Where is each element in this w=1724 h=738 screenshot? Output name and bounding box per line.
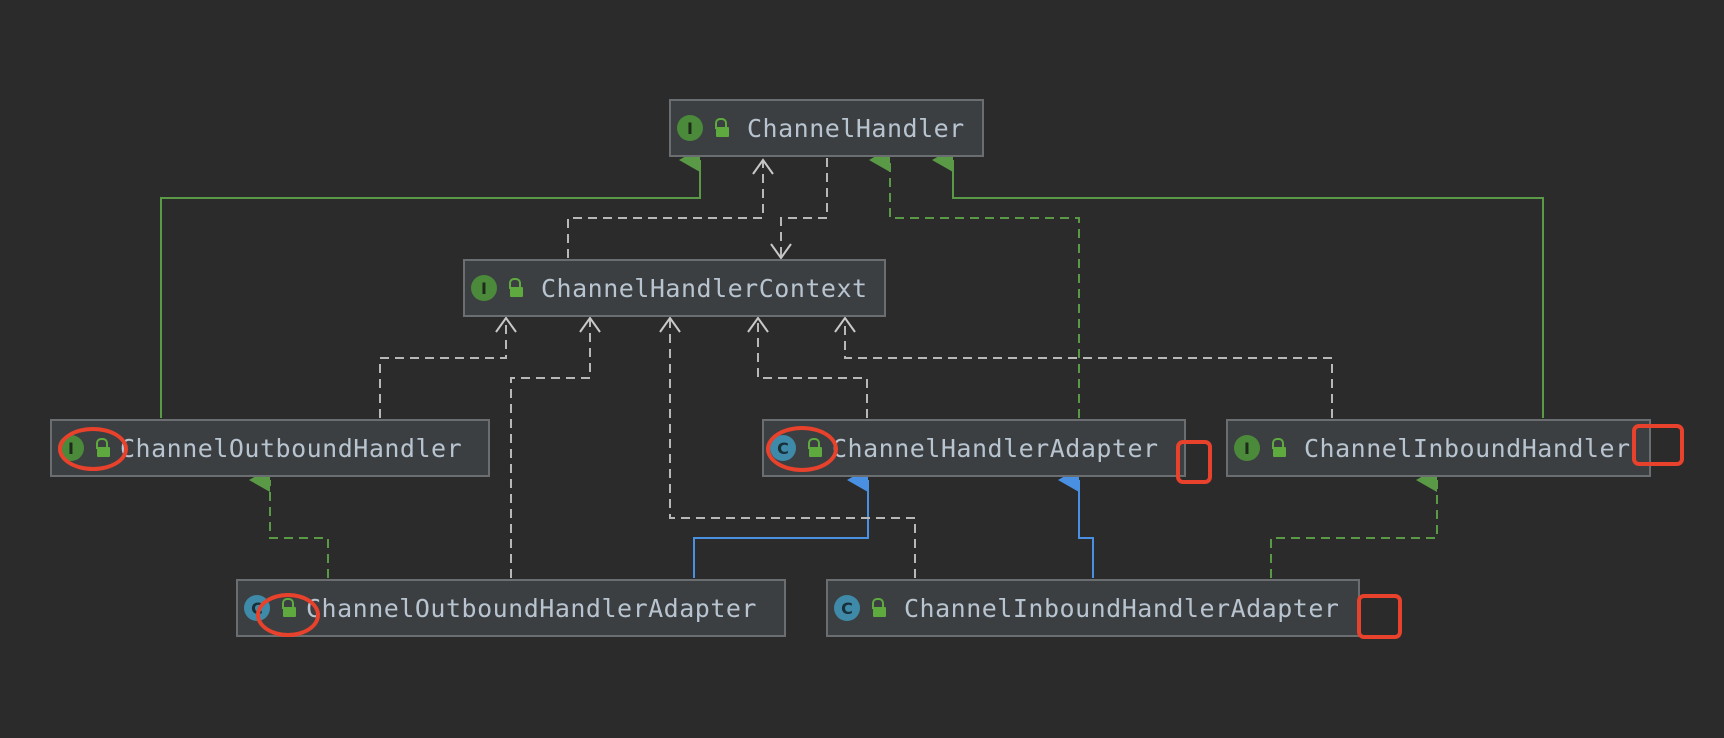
edge-inbound-to-handler	[932, 148, 1544, 418]
node-label: ChannelOutboundHandlerAdapter	[306, 593, 757, 623]
class-icon: C	[834, 595, 860, 621]
unlocked-icon	[505, 275, 527, 301]
annotation-box	[1357, 594, 1402, 639]
node-channel-handler[interactable]: I ChannelHandler	[669, 99, 984, 157]
interface-icon: I	[471, 275, 497, 301]
edge-context-to-handler	[567, 160, 764, 258]
unlocked-icon	[868, 595, 890, 621]
node-label: ChannelInboundHandlerAdapter	[904, 593, 1340, 623]
unlocked-icon	[1268, 435, 1290, 461]
interface-icon: I	[677, 115, 703, 141]
annotation-box	[1632, 424, 1684, 466]
unlocked-icon	[711, 115, 733, 141]
annotation-ellipse	[766, 426, 838, 472]
node-label: ChannelHandler	[747, 113, 965, 143]
node-channel-inbound-handler-adapter[interactable]: C ChannelInboundHandlerAdapter	[826, 579, 1360, 637]
node-label: ChannelHandlerContext	[541, 273, 868, 303]
edge-handler-to-context	[780, 158, 828, 258]
edge-outbound-to-context	[379, 318, 507, 418]
annotation-ellipse	[58, 427, 128, 471]
edge-inboundadapter-to-handleradapter	[1058, 468, 1094, 578]
edge-outboundadapter-to-handleradapter	[693, 468, 869, 578]
node-label: ChannelHandlerAdapter	[832, 433, 1159, 463]
annotation-box	[1176, 440, 1212, 484]
uml-class-diagram: I ChannelHandler I ChannelHandlerContext…	[0, 0, 1724, 738]
edge-outboundadapter-to-outbound	[249, 468, 329, 578]
edge-inbound-to-context	[844, 318, 1333, 418]
edge-inboundadapter-to-inbound	[1270, 468, 1438, 578]
node-channel-inbound-handler[interactable]: I ChannelInboundHandler	[1226, 419, 1651, 477]
node-label: ChannelInboundHandler	[1304, 433, 1631, 463]
edge-outboundadapter-to-context	[510, 318, 591, 578]
edge-handleradapter-to-context	[757, 318, 868, 418]
node-label: ChannelOutboundHandler	[120, 433, 463, 463]
node-channel-handler-context[interactable]: I ChannelHandlerContext	[463, 259, 886, 317]
interface-icon: I	[1234, 435, 1260, 461]
annotation-ellipse	[256, 593, 320, 637]
